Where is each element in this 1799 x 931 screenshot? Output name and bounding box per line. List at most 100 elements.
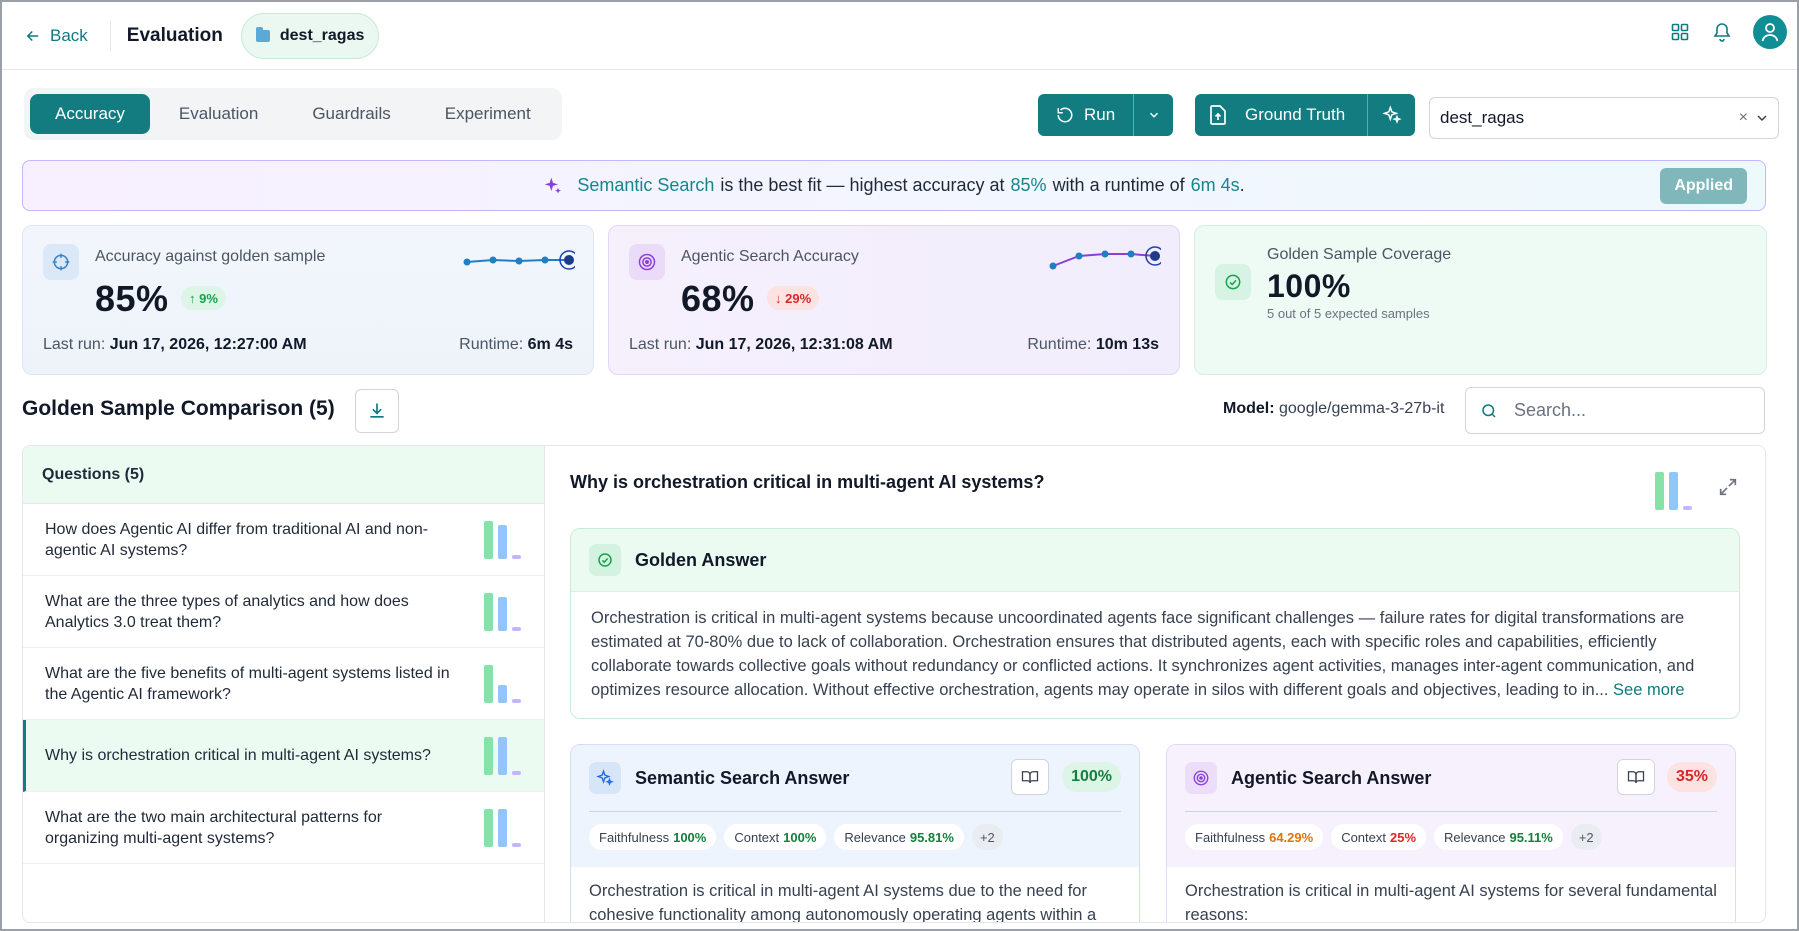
last-run-value: Jun 17, 2026, 12:31:08 AM [695,336,893,353]
folder-icon [255,26,270,42]
applied-button[interactable]: Applied [1660,168,1747,204]
golden-answer-card: Golden Answer Orchestration is critical … [570,528,1740,719]
agentic-value: 68% [681,278,755,319]
agentic-accuracy-card: Agentic Search Accuracy 68% ↓ 29% Last r… [608,225,1180,375]
tab-accuracy[interactable]: Accuracy [30,94,150,134]
accuracy-card: Accuracy against golden sample 85% ↑ 9% … [22,225,594,375]
metric-value: 64.29% [1269,829,1314,845]
search-input[interactable]: Search... [1465,387,1765,434]
accuracy-runtime: Runtime: 6m 4s [459,336,573,354]
sparkle-icon [589,762,621,794]
last-run-label: Last run: [43,336,106,353]
model-label: Model: [1223,400,1275,417]
banner-runtime: 6m 4s [1190,175,1240,195]
question-text: Why is orchestration critical in multi-a… [45,747,431,764]
recommendation-banner: Semantic Search is the best fit — highes… [22,160,1766,211]
generate-sparkle-button[interactable] [1367,94,1415,136]
score-bars-icon [484,808,524,847]
question-list: Questions (5) How does Agentic AI differ… [23,446,545,922]
score-bars-icon [1655,470,1695,510]
agentic-answer-title: Agentic Search Answer [1231,767,1432,788]
golden-answer-body: Orchestration is critical in multi-agent… [571,592,1739,716]
golden-answer-text: Orchestration is critical in multi-agent… [591,609,1695,699]
agentic-answer-card: Agentic Search Answer 35% Faithfulness 64… [1166,744,1736,922]
target-icon [629,244,665,280]
metric-value: 100% [783,829,817,845]
more-metrics-button[interactable]: +2 [971,824,1003,850]
user-icon [1761,23,1779,42]
agentic-runtime: Runtime: 10m 13s [1027,336,1159,354]
see-more-link[interactable]: See more [1613,681,1685,699]
score-bars-icon [484,664,524,703]
view-source-button[interactable] [1011,759,1049,795]
metric-label: Relevance [844,829,906,845]
ground-truth-button[interactable]: Ground Truth [1195,94,1367,136]
question-text: What are the three types of analytics an… [45,592,409,631]
tab-evaluation[interactable]: Evaluation [154,94,283,134]
question-text: What are the two main architectural patt… [45,808,383,847]
run-button-group: Run [1038,94,1174,136]
back-button[interactable]: Back [24,26,88,46]
model-info: Model: google/gemma-3-27b-it [1223,400,1444,418]
question-item-selected[interactable]: Why is orchestration critical in multi-a… [23,720,544,792]
semantic-answer-text: Orchestration is critical in multi-agent… [571,867,1139,922]
semantic-answer-title: Semantic Search Answer [635,767,850,788]
agentic-answer-text: Orchestration is critical in multi-agent… [1167,867,1735,922]
last-run-value: Jun 17, 2026, 12:27:00 AM [109,336,307,353]
apps-grid-icon[interactable] [1669,21,1691,43]
tab-guardrails[interactable]: Guardrails [287,94,415,134]
comparison-title: Golden Sample Comparison (5) [22,397,335,420]
expand-icon[interactable] [1717,476,1739,498]
question-item[interactable]: How does Agentic AI differ from traditio… [23,504,544,576]
run-button[interactable]: Run [1038,94,1133,136]
download-icon [370,403,384,418]
metric-label: Faithfulness [599,829,670,845]
top-header: Back Evaluation dest_ragas [2,2,1797,70]
more-metrics-button[interactable]: +2 [1570,824,1602,850]
page-title: Evaluation [126,24,223,46]
ground-truth-label: Ground Truth [1245,105,1346,124]
question-text: What are the five benefits of multi-agen… [45,664,450,703]
accuracy-last-run: Last run: Jun 17, 2026, 12:27:00 AM [43,336,307,354]
runtime-label: Runtime: [459,336,524,353]
question-item[interactable]: What are the five benefits of multi-agen… [23,648,544,720]
banner-accuracy: 85% [1010,175,1047,195]
question-item[interactable]: What are the three types of analytics an… [23,576,544,648]
banner-method: Semantic Search [577,175,715,195]
metric-value: 100% [673,829,707,845]
bell-icon[interactable] [1711,21,1733,43]
faithfulness-pill: Faithfulness 64.29% [1185,824,1324,850]
agentic-last-run: Last run: Jun 17, 2026, 12:31:08 AM [629,336,893,354]
runtime-label: Runtime: [1027,336,1092,353]
metric-label: Context [734,829,780,845]
question-item[interactable]: What are the two main architectural patt… [23,792,544,864]
divider [109,20,111,51]
semantic-score-badge: 100% [1062,762,1121,792]
questions-header: Questions (5) [23,446,544,504]
clear-icon[interactable]: × [1739,109,1748,127]
user-avatar[interactable] [1753,15,1787,49]
tab-experiment[interactable]: Experiment [420,94,556,134]
question-text: How does Agentic AI differ from traditio… [45,520,429,559]
search-icon [1482,403,1496,418]
download-button[interactable] [355,389,399,433]
banner-period: . [1239,175,1245,195]
golden-answer-header: Golden Answer [571,529,1739,592]
dataset-select[interactable]: dest_ragas × [1429,97,1779,139]
context-pill: Context 100% [724,824,827,850]
model-value: google/gemma-3-27b-it [1279,400,1445,417]
sparkle-icon [543,176,563,196]
relevance-pill: Relevance 95.81% [834,824,964,850]
dataset-chip[interactable]: dest_ragas [240,12,380,59]
chevron-down-icon[interactable] [1754,110,1770,126]
view-source-button[interactable] [1617,759,1655,795]
metric-value: 95.81% [909,829,954,845]
divider [589,811,1121,812]
check-circle-icon [1215,264,1251,300]
run-options-dropdown[interactable] [1133,94,1173,136]
golden-answer-title: Golden Answer [635,549,767,570]
refresh-icon [1057,107,1073,123]
check-circle-icon [589,544,621,576]
faithfulness-pill: Faithfulness 100% [589,824,717,850]
accuracy-sparkline [463,250,575,270]
